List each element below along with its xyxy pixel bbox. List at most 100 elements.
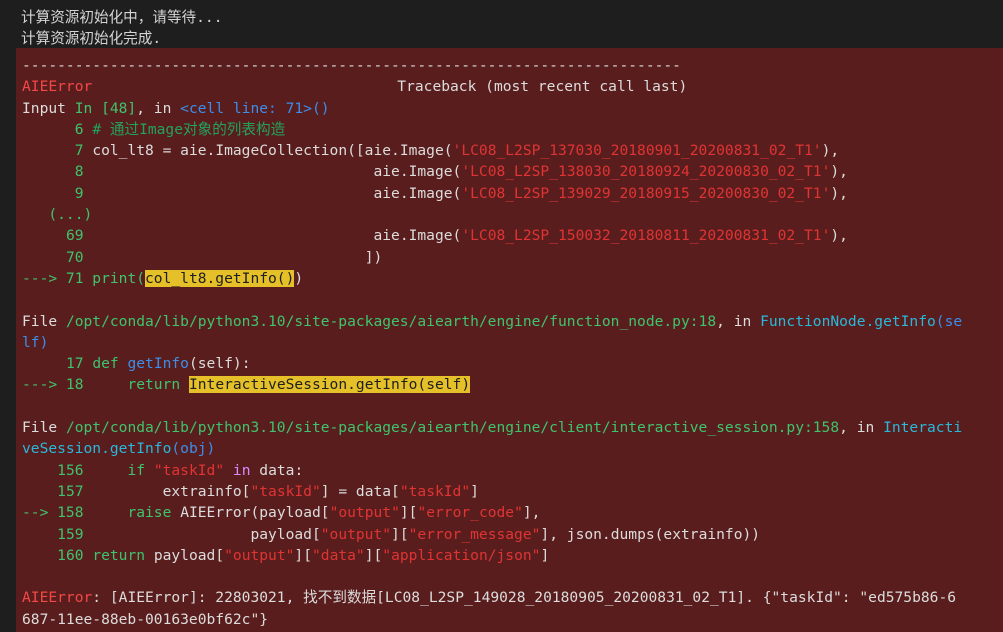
code-string: 'LC08_L2SP_139029_20180915_20200830_02_T… (461, 184, 831, 202)
frame-3-file-line: File /opt/conda/lib/python3.10/site-pack… (22, 417, 1003, 438)
final-error-line-wrap: 687-11ee-88eb-00163e0bf62c"} (22, 609, 1003, 630)
code-line-159: 159 payload["output"]["error_message"], … (22, 524, 1003, 545)
code-text: data: (259, 461, 304, 479)
code-text: ][ (364, 546, 383, 564)
code-keyword: in (232, 461, 251, 479)
code-string: 'LC08_L2SP_138030_20180924_20200830_02_T… (461, 163, 831, 181)
function-name: veSession.getInfo (22, 440, 172, 458)
file-prefix: File (22, 312, 66, 330)
code-string: "taskId" (153, 461, 225, 479)
highlighted-expression: col_lt8.getInfo() (145, 269, 295, 287)
code-text: ][ (391, 525, 409, 543)
code-keyword: raise (127, 504, 172, 522)
final-error-message: 687-11ee-88eb-00163e0bf62c"} (22, 610, 269, 628)
code-line-18-current: ---> 18 return InteractiveSession.getInf… (22, 374, 1003, 395)
code-line-156: 156 if "taskId" in data: (22, 460, 1003, 481)
code-line-8: 8 aie.Image('LC08_L2SP_138030_20180924_2… (22, 161, 1003, 182)
code-line-17: 17 def getInfo(self): (22, 353, 1003, 374)
code-string: "application/json" (382, 546, 541, 564)
code-string: "error_message" (408, 525, 541, 543)
traceback-header-line: AIEError Traceback (most recent call last… (22, 76, 1003, 97)
line-number: 6 (74, 120, 84, 138)
code-string: "data" (312, 546, 365, 564)
highlighted-expression: InteractiveSession.getInfo(self) (188, 376, 471, 394)
code-text: col_lt8 = aie.ImageCollection([aie.Image… (92, 142, 453, 160)
code-keyword: return (127, 376, 181, 394)
code-function: getInfo (127, 355, 189, 373)
code-text: ), (821, 142, 840, 160)
current-line-arrow: ---> 71 (22, 269, 93, 287)
code-text: ), (830, 184, 848, 202)
code-text: ], json.dumps(extrainfo)) (540, 525, 761, 543)
code-line-70: 70 ]) (22, 247, 1003, 268)
code-line-6: 6 # 通过Image对象的列表构造 (22, 119, 1003, 140)
input-prefix: Input (22, 99, 75, 117)
code-text: ] (540, 546, 550, 564)
function-name: Interacti (883, 419, 963, 437)
current-line-arrow: --> 158 (22, 504, 93, 522)
code-text: ), (830, 163, 848, 181)
code-string: 'LC08_L2SP_137030_20180901_20200831_02_T… (452, 142, 822, 160)
code-text: payload[ (153, 546, 225, 564)
error-name: AIEError (22, 78, 93, 96)
code-string: "output" (320, 525, 392, 543)
code-text: ] = data[ (320, 482, 400, 500)
code-text: ], (522, 504, 541, 522)
line-number: 69 (65, 227, 84, 245)
file-path-link[interactable]: /opt/conda/lib/python3.10/site-packages/… (66, 419, 839, 436)
code-line-158-current: --> 158 raise AIEError(payload["output"]… (22, 502, 1003, 523)
input-suffix: () (311, 99, 330, 117)
code-text: aie.Image( (373, 184, 462, 202)
code-string: "output" (329, 504, 400, 522)
code-text: ][ (294, 546, 312, 564)
input-mid: , in (136, 99, 181, 117)
line-number: 17 (65, 355, 84, 373)
file-path-link[interactable]: /opt/conda/lib/python3.10/site-packages/… (66, 313, 716, 330)
code-string: "output" (224, 546, 295, 564)
input-cell-line: <cell line: 71> (180, 99, 312, 117)
code-text: aie.Image( (373, 163, 462, 181)
function-args: (obj) (171, 440, 216, 458)
stdout-output: 计算资源初始化中，请等待... 计算资源初始化完成. (21, 7, 223, 49)
frame-2-file-line: File /opt/conda/lib/python3.10/site-pack… (22, 311, 1003, 332)
function-args: lf) (22, 333, 49, 351)
code-line-7: 7 col_lt8 = aie.ImageCollection([aie.Ima… (22, 140, 1003, 161)
code-keyword: return (92, 546, 146, 564)
code-comment: # 通过Image对象的列表构造 (92, 120, 286, 138)
code-text: payload[ (250, 525, 321, 543)
code-text: ), (830, 227, 848, 245)
ellipsis-line: (...) (22, 204, 1003, 225)
input-location-line: Input In [48], in <cell line: 71>() (22, 98, 1003, 119)
traceback-header: Traceback (most recent call last) (397, 78, 688, 96)
current-line-arrow: ---> 18 (22, 376, 93, 394)
in-word: , in (716, 312, 761, 330)
code-keyword: if (127, 461, 146, 479)
code-line-69: 69 aie.Image('LC08_L2SP_150032_20180811_… (22, 225, 1003, 246)
final-error-message: : [AIEError]: 22803021, 找不到数据[LC08_L2SP_… (92, 589, 957, 607)
final-error-name: AIEError (22, 589, 93, 607)
in-word: , in (839, 419, 884, 437)
code-line-160: 160 return payload["output"]["data"]["ap… (22, 545, 1003, 566)
stdout-line-2: 计算资源初始化完成. (21, 30, 162, 47)
error-output: ----------------------------------------… (16, 48, 1003, 632)
line-number: 9 (74, 184, 84, 202)
code-text: (self): (188, 355, 251, 373)
stdout-line-1: 计算资源初始化中，请等待... (21, 9, 223, 26)
code-text: AIEError(payload[ (180, 504, 330, 522)
function-name: FunctionNode.getInfo (760, 312, 936, 330)
frame-3-file-line-wrap: veSession.getInfo(obj) (22, 438, 1003, 459)
code-text: aie.Image( (373, 227, 462, 245)
code-string: "taskId" (399, 482, 471, 500)
function-args: (se (935, 312, 963, 330)
line-number: 8 (74, 163, 84, 181)
final-error-line: AIEError: [AIEError]: 22803021, 找不到数据[LC… (22, 587, 1003, 608)
traceback-separator: ----------------------------------------… (22, 57, 681, 74)
code-line-71-current: ---> 71 print(col_lt8.getInfo()) (22, 268, 1003, 289)
code-text: ) (294, 269, 304, 287)
line-number: 157 (57, 482, 84, 500)
code-text: ][ (399, 504, 418, 522)
code-string: "error_code" (417, 504, 523, 522)
code-text: ]) (364, 248, 383, 266)
